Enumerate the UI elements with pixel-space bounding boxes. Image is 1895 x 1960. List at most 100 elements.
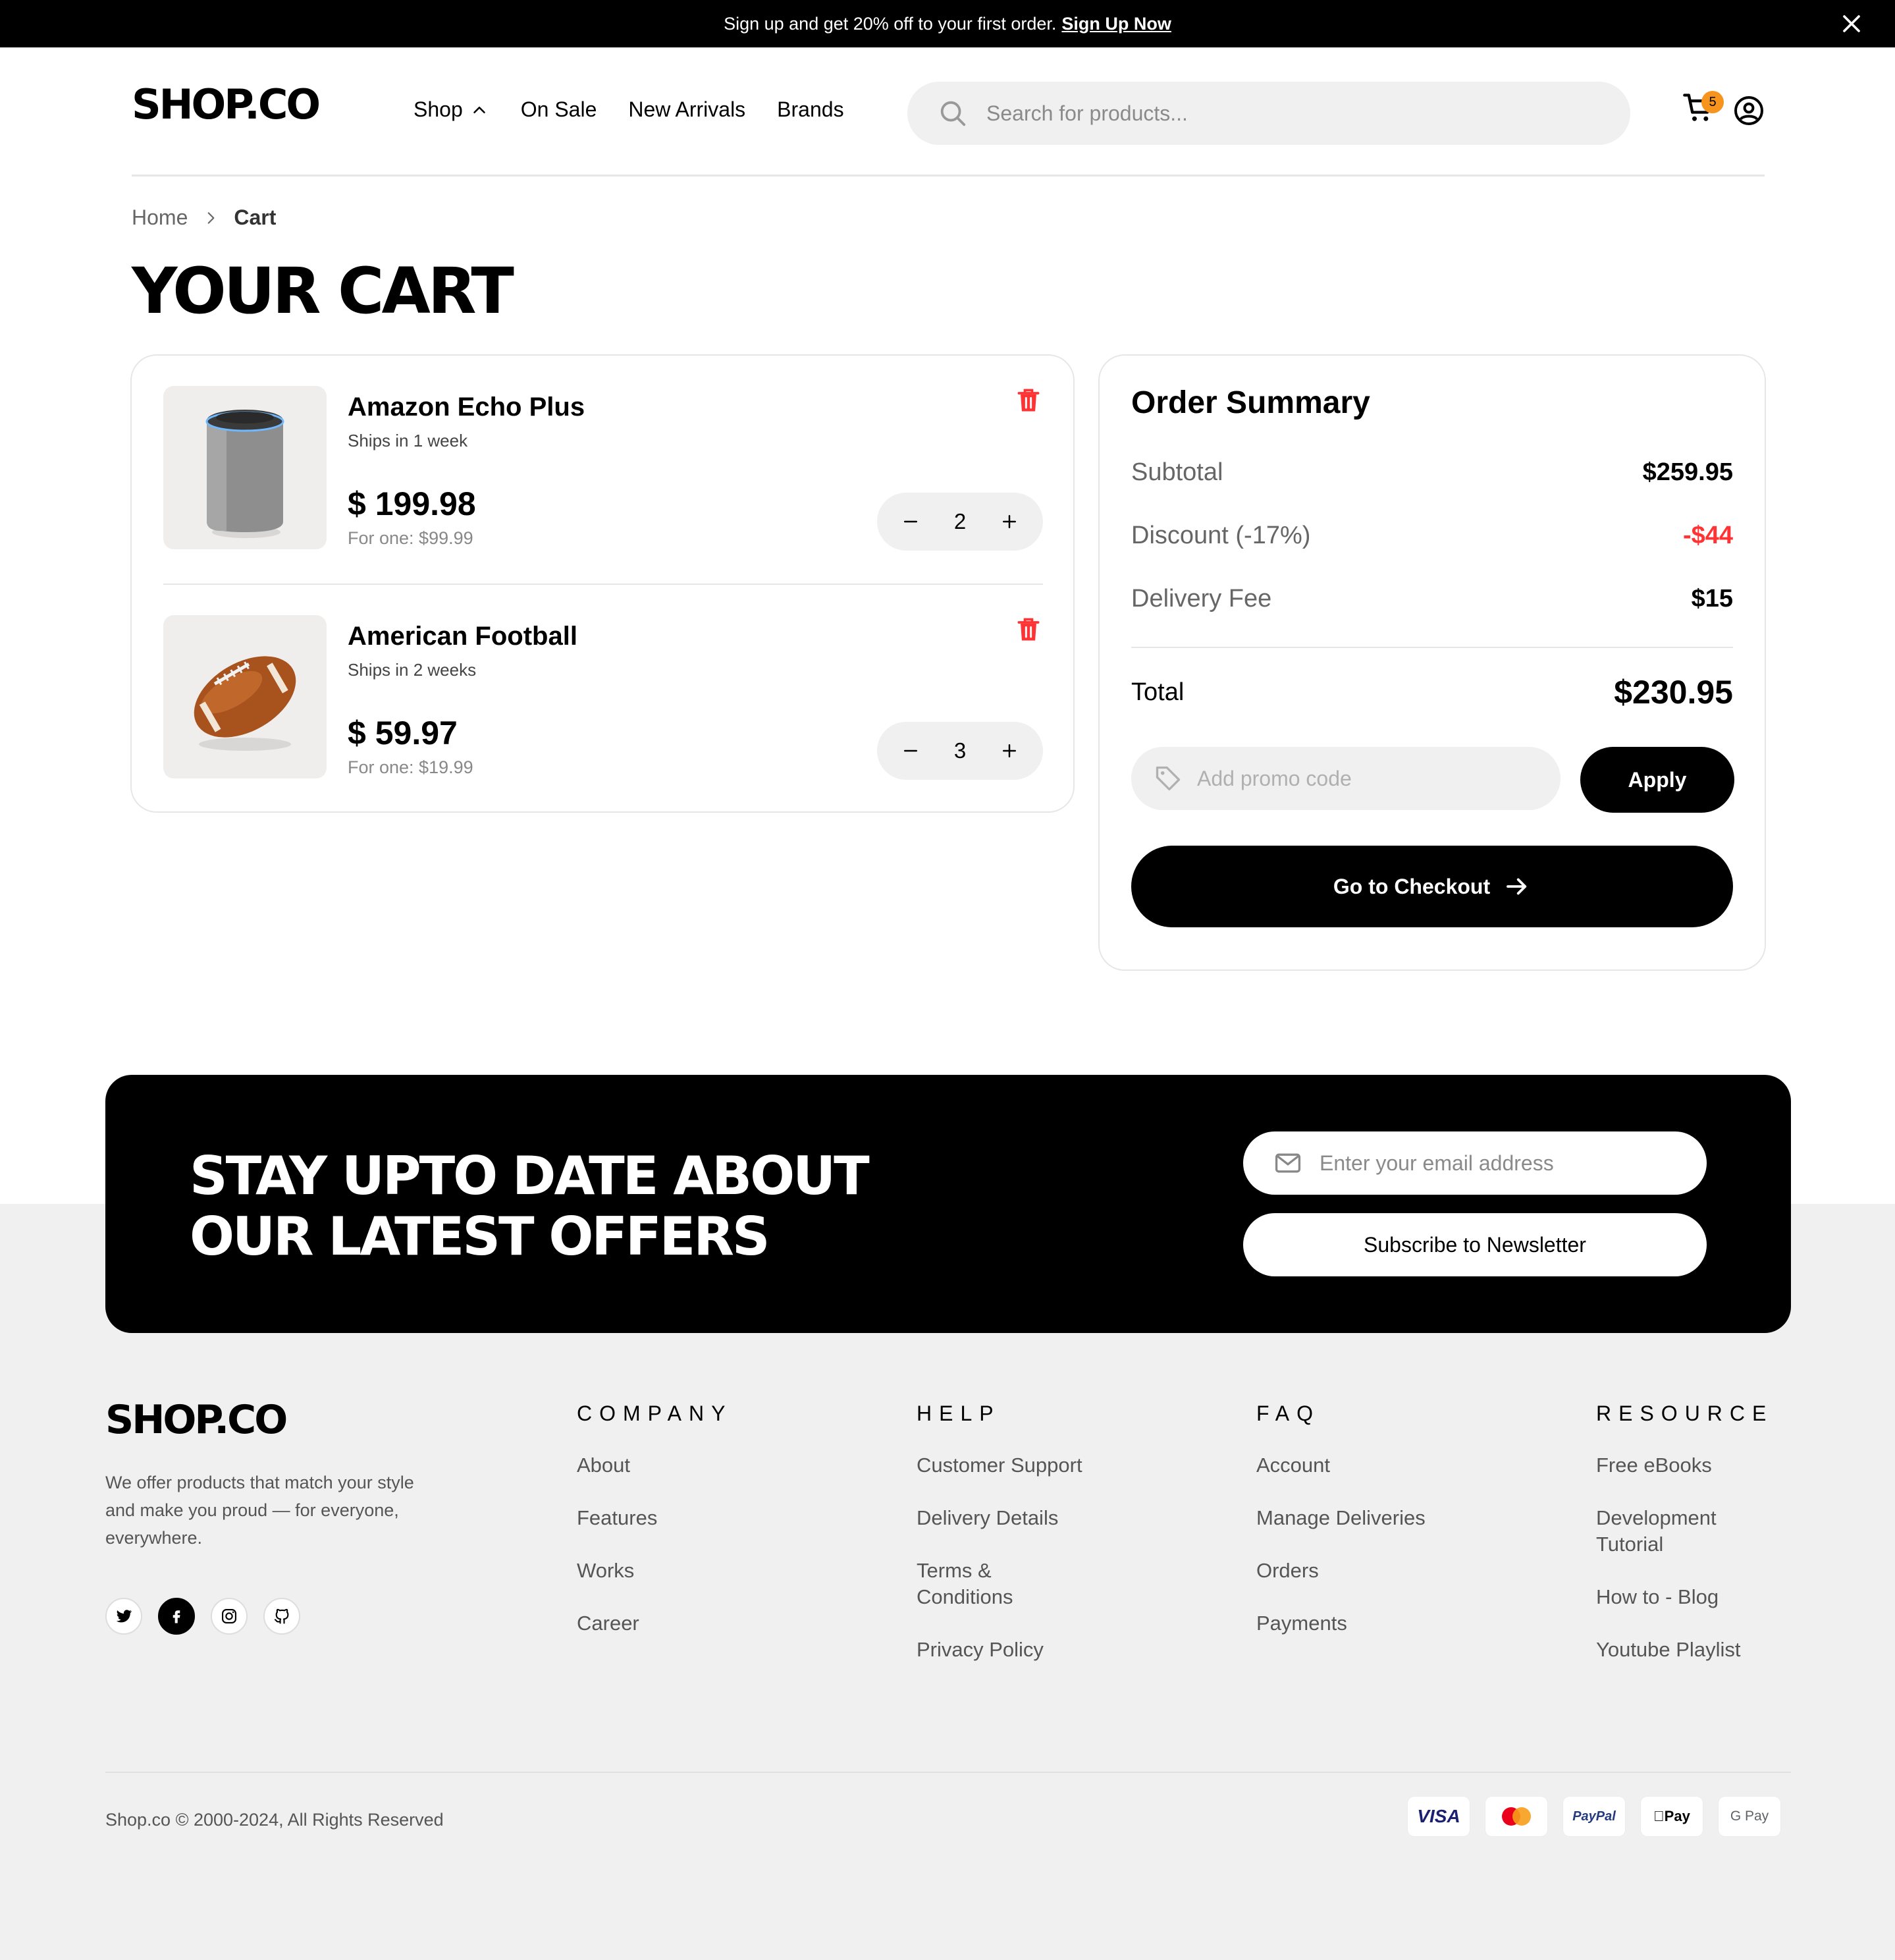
footer-link[interactable]: How to - Blog [1596,1584,1767,1610]
total-value: $230.95 [1614,674,1733,711]
logo[interactable]: SHOP.CO [132,84,321,125]
apply-promo-button[interactable]: Apply [1580,747,1734,813]
footer-link[interactable]: Privacy Policy [917,1637,1088,1663]
increase-quantity-button[interactable] [998,510,1021,533]
cart-list: Amazon Echo Plus Ships in 1 week $ 199.9… [130,354,1075,813]
item-name[interactable]: American Football [348,622,577,651]
nav-brands[interactable]: Brands [777,97,843,122]
newsletter-email-field [1243,1131,1707,1195]
footer-link[interactable]: Works [577,1558,732,1584]
nav-shop[interactable]: Shop [414,97,489,122]
close-icon[interactable] [1837,9,1866,38]
footer-logo[interactable]: SHOP.CO [105,1400,288,1440]
subtotal-value: $259.95 [1642,458,1733,486]
footer-column-title: COMPANY [577,1402,733,1425]
discount-label: Discount (-17%) [1131,522,1311,549]
promo-code-field [1131,747,1561,810]
newsletter-title: STAY UPTO DATE ABOUT OUR LATEST OFFERS [190,1146,980,1267]
footer-column-title: RESOURCE [1596,1402,1774,1425]
subtotal-row: Subtotal $259.95 [1131,458,1733,487]
sign-up-link[interactable]: Sign Up Now [1061,14,1171,34]
delivery-row: Delivery Fee $15 [1131,585,1733,613]
google-pay-icon: G Pay [1719,1797,1780,1836]
footer-column-resource: RESOURCE Free eBooks Development Tutoria… [1596,1402,1773,1689]
summary-divider [1131,647,1733,648]
footer-link[interactable]: Terms & Conditions [917,1558,1088,1610]
user-account-icon[interactable] [1733,95,1765,126]
footer-link[interactable]: Payments [1256,1610,1426,1637]
discount-row: Discount (-17%) -$44 [1131,522,1733,550]
trash-icon[interactable] [1014,386,1043,415]
quantity-value: 3 [953,738,967,763]
item-name[interactable]: Amazon Echo Plus [348,393,585,422]
footer-link[interactable]: Career [577,1610,732,1637]
delivery-value: $15 [1691,585,1733,612]
instagram-icon[interactable] [211,1598,248,1635]
increase-quantity-button[interactable] [998,740,1021,762]
discount-value: -$44 [1682,522,1733,549]
page-title: YOUR CART [132,254,514,328]
breadcrumb: Home Cart [132,205,276,230]
product-image-echo[interactable] [163,386,327,549]
newsletter-email-input[interactable] [1320,1151,1688,1176]
subscribe-button[interactable]: Subscribe to Newsletter [1243,1213,1707,1276]
delivery-label: Delivery Fee [1131,585,1272,612]
social-links [105,1598,300,1635]
footer-divider [105,1772,1791,1773]
trash-icon[interactable] [1014,615,1043,644]
promo-banner: Sign up and get 20% off to your first or… [0,0,1895,47]
product-image-football[interactable] [163,615,327,778]
promo-code-input[interactable] [1197,766,1539,791]
tag-icon [1156,766,1181,791]
item-shipping: Ships in 2 weeks [348,660,477,680]
footer-link[interactable]: Delivery Details [917,1505,1088,1531]
nav-new-arrivals[interactable]: New Arrivals [628,97,745,122]
twitter-icon[interactable] [105,1598,142,1635]
search-input[interactable] [986,101,1579,126]
footer-link[interactable]: Youtube Playlist [1596,1637,1767,1663]
visa-icon: VISA [1408,1797,1470,1836]
paypal-icon: PayPal [1563,1797,1625,1836]
footer-link[interactable]: Manage Deliveries [1256,1505,1426,1531]
footer-link[interactable]: Development Tutorial [1596,1505,1767,1558]
footer-link[interactable]: Account [1256,1452,1426,1479]
item-price: $ 59.97 [348,715,458,751]
total-label: Total [1131,678,1185,706]
item-unit-price: For one: $99.99 [348,528,473,548]
footer-link[interactable]: Free eBooks [1596,1452,1767,1479]
minus-icon [904,520,917,523]
subtotal-label: Subtotal [1131,458,1223,486]
main-nav: Shop On Sale New Arrivals Brands [414,97,844,122]
footer-link[interactable]: Features [577,1505,732,1531]
checkout-button[interactable]: Go to Checkout [1131,846,1733,927]
nav-on-sale[interactable]: On Sale [521,97,597,122]
search-icon [940,101,966,126]
cart-item: Amazon Echo Plus Ships in 1 week $ 199.9… [163,386,1043,585]
decrease-quantity-button[interactable] [899,510,922,533]
footer-column-title: FAQ [1256,1402,1321,1425]
quantity-value: 2 [953,509,967,533]
mastercard-icon [1485,1797,1547,1836]
mail-icon [1275,1153,1301,1173]
decrease-quantity-button[interactable] [899,740,922,762]
footer-column-faq: FAQ Account Manage Deliveries Orders Pay… [1256,1402,1426,1663]
footer-column-company: COMPANY About Features Works Career [577,1402,732,1663]
plus-icon [1002,515,1016,528]
newsletter-section: STAY UPTO DATE ABOUT OUR LATEST OFFERS S… [105,1075,1791,1333]
cart-item: American Football Ships in 2 weeks $ 59.… [163,615,1043,811]
footer-link[interactable]: Customer Support [917,1452,1088,1479]
github-icon[interactable] [263,1598,300,1635]
footer-link[interactable]: Orders [1256,1558,1426,1584]
chevron-up-icon [473,106,485,113]
summary-title: Order Summary [1131,385,1370,420]
order-summary: Order Summary Subtotal $259.95 Discount … [1098,354,1766,971]
item-unit-price: For one: $19.99 [348,757,473,777]
chevron-right-icon [208,211,215,224]
total-row: Total $230.95 [1131,673,1733,711]
facebook-icon[interactable] [158,1598,195,1635]
footer-link[interactable]: About [577,1452,732,1479]
footer-description: We offer products that match your style … [105,1473,414,1548]
minus-icon [904,749,917,752]
breadcrumb-home[interactable]: Home [132,205,188,230]
apple-pay-label: Pay [1659,1808,1690,1824]
